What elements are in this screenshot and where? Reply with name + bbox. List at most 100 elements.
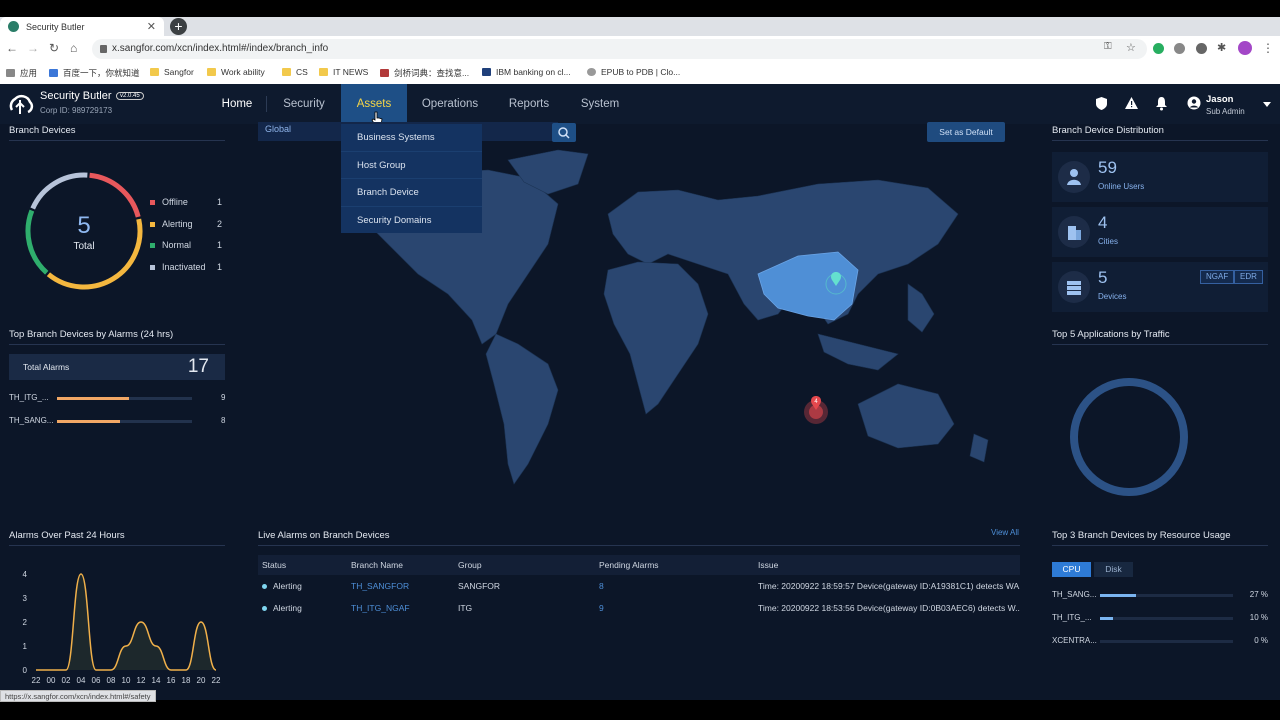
- legend-normal-value: 1: [217, 240, 223, 250]
- ibm-icon: [482, 68, 491, 76]
- menu-security-domains[interactable]: Security Domains: [341, 207, 482, 235]
- menu-business-systems[interactable]: Business Systems: [341, 124, 482, 152]
- browser-tab[interactable]: Security Butler ✕: [0, 17, 164, 36]
- menu-icon[interactable]: ⋮: [1262, 41, 1274, 55]
- resource-bar-track: [1100, 617, 1233, 620]
- tag-ngaf[interactable]: NGAF: [1200, 270, 1235, 284]
- bookmark-work-ability[interactable]: Work ability: [207, 67, 265, 77]
- bookmark-baidu[interactable]: 百度一下，你就知道: [49, 67, 140, 79]
- bookmark-ibm[interactable]: IBM banking on cl...: [482, 67, 571, 77]
- server-icon: [1058, 271, 1090, 303]
- bell-icon[interactable]: [1155, 96, 1168, 111]
- home-icon[interactable]: ⌂: [70, 41, 77, 55]
- bookmark-epub[interactable]: EPUB to PDB | Clo...: [587, 67, 680, 77]
- x-tick-label: 16: [167, 676, 176, 685]
- tab-disk[interactable]: Disk: [1094, 562, 1133, 577]
- x-tick-label: 14: [152, 676, 161, 685]
- table-row[interactable]: Alerting TH_ITG_NGAF ITG 9 Time: 2020092…: [258, 598, 1020, 619]
- alarm-device-name[interactable]: TH_SANG...: [9, 416, 53, 425]
- col-branch-name: Branch Name: [351, 560, 403, 570]
- y-tick-label: 1: [23, 642, 28, 651]
- profile-avatar[interactable]: [1238, 41, 1252, 55]
- cities-value: 4: [1098, 213, 1108, 232]
- nav-reports[interactable]: Reports: [500, 84, 558, 124]
- legend-offline-value: 1: [217, 197, 223, 207]
- warning-icon[interactable]: [1124, 96, 1139, 110]
- new-tab-button[interactable]: +: [170, 18, 187, 35]
- row-status: Alerting: [262, 581, 302, 591]
- extension-icon[interactable]: [1153, 43, 1164, 54]
- version-badge: v2.0.45: [116, 92, 144, 100]
- nav-home[interactable]: Home: [208, 84, 266, 124]
- bookmark-cambridge[interactable]: 剑桥词典：查找意...: [380, 67, 469, 79]
- folder-icon: [207, 68, 216, 76]
- top-black-bar: [0, 0, 1280, 17]
- status-dot: [262, 606, 267, 612]
- alarms-chart-title: Alarms Over Past 24 Hours: [9, 530, 125, 541]
- col-issue: Issue: [758, 560, 779, 570]
- y-tick-label: 3: [23, 594, 28, 603]
- user-avatar-icon[interactable]: [1187, 96, 1201, 110]
- key-icon[interactable]: ⚿: [1104, 41, 1112, 52]
- tab-cpu[interactable]: CPU: [1052, 562, 1091, 577]
- nav-system[interactable]: System: [570, 84, 630, 124]
- x-tick-label: 18: [182, 676, 191, 685]
- user-name[interactable]: Jason: [1206, 94, 1233, 105]
- folder-icon: [150, 68, 159, 76]
- resource-device-name[interactable]: TH_SANG...: [1052, 590, 1096, 599]
- x-tick-label: 22: [32, 676, 41, 685]
- nav-security[interactable]: Security: [274, 84, 334, 124]
- user-role: Sub Admin: [1206, 107, 1245, 116]
- puzzle-icon[interactable]: ✱: [1217, 41, 1226, 54]
- x-tick-label: 00: [47, 676, 56, 685]
- extension-icon[interactable]: [1196, 43, 1207, 54]
- url-bar[interactable]: x.sangfor.com/xcn/index.html#/index/bran…: [92, 39, 1147, 59]
- folder-icon: [282, 68, 291, 76]
- extension-icon[interactable]: [1174, 43, 1185, 54]
- live-alarms-title: Live Alarms on Branch Devices: [258, 530, 390, 541]
- donut-segment-normal: [25, 209, 49, 275]
- total-alarms-label: Total Alarms: [23, 362, 70, 372]
- brand-name: Security Butler: [40, 90, 112, 102]
- menu-branch-device[interactable]: Branch Device: [341, 179, 482, 207]
- row-pending-link[interactable]: 8: [599, 581, 604, 591]
- bookmark-cs[interactable]: CS: [282, 67, 308, 77]
- star-icon[interactable]: ☆: [1126, 41, 1136, 54]
- view-all-link[interactable]: View All: [991, 528, 1019, 537]
- row-pending-link[interactable]: 9: [599, 603, 604, 613]
- tag-edr[interactable]: EDR: [1234, 270, 1263, 284]
- bookmark-sangfor[interactable]: Sangfor: [150, 67, 194, 77]
- shield-icon[interactable]: [1095, 96, 1108, 111]
- resource-device-name[interactable]: TH_ITG_...: [1052, 613, 1092, 622]
- address-row: ← → ↻ ⌂ x.sangfor.com/xcn/index.html#/in…: [0, 38, 1280, 60]
- inactivated-swatch: [150, 264, 155, 270]
- alarm-device-value: 9: [221, 393, 226, 402]
- donut-segment-offline: [89, 172, 141, 218]
- alarm-device-name[interactable]: TH_ITG_...: [9, 393, 49, 402]
- search-button[interactable]: [552, 123, 576, 142]
- chevron-down-icon[interactable]: [1263, 102, 1271, 107]
- row-branch-link[interactable]: TH_SANGFOR: [351, 581, 409, 591]
- forward-icon[interactable]: →: [27, 41, 39, 55]
- reload-icon[interactable]: ↻: [49, 41, 59, 55]
- back-icon[interactable]: ←: [6, 41, 18, 55]
- legend-normal: Normal: [150, 240, 191, 250]
- bookmark-it-news[interactable]: IT NEWS: [319, 67, 368, 77]
- table-row[interactable]: Alerting TH_SANGFOR SANGFOR 8 Time: 2020…: [258, 576, 1020, 597]
- row-group: SANGFOR: [458, 581, 501, 591]
- assets-dropdown-menu: Business Systems Host Group Branch Devic…: [341, 124, 482, 233]
- resource-device-name[interactable]: XCENTRA...: [1052, 636, 1097, 645]
- set-as-default-button[interactable]: Set as Default: [927, 122, 1005, 142]
- url-text: x.sangfor.com/xcn/index.html#/index/bran…: [112, 43, 329, 54]
- nav-operations[interactable]: Operations: [413, 84, 487, 124]
- apps-icon: [6, 69, 15, 77]
- cloud-icon: [587, 68, 596, 76]
- resource-bar-track: [1100, 640, 1233, 643]
- close-tab-icon[interactable]: ✕: [147, 20, 156, 33]
- x-tick-label: 20: [197, 676, 206, 685]
- menu-host-group[interactable]: Host Group: [341, 152, 482, 179]
- online-users-stat: 59 Online Users: [1052, 152, 1268, 202]
- row-branch-link[interactable]: TH_ITG_NGAF: [351, 603, 410, 613]
- bookmark-apps[interactable]: 应用: [6, 67, 37, 79]
- user-icon: [1058, 161, 1090, 193]
